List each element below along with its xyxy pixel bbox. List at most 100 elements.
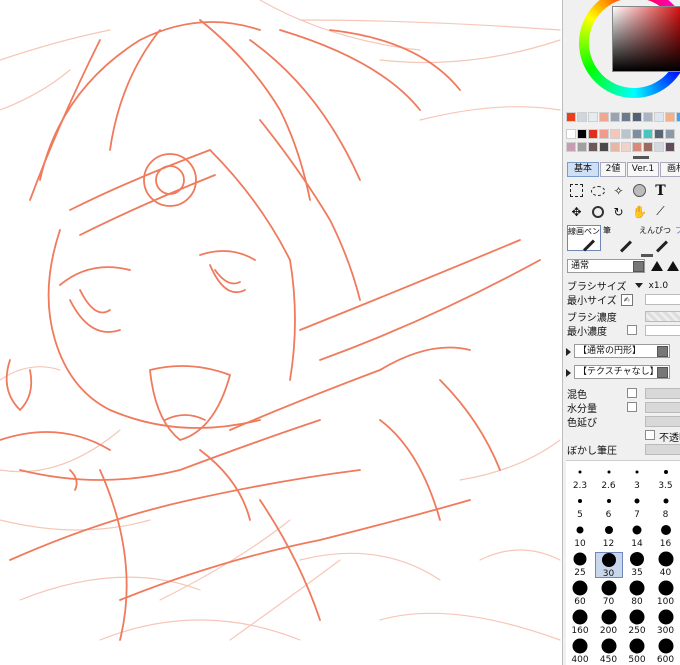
brush-size-cell[interactable]: 2.3 bbox=[566, 465, 594, 491]
palette-swatch[interactable] bbox=[632, 112, 642, 122]
min-density-slider[interactable] bbox=[645, 325, 680, 336]
caret-down-icon[interactable] bbox=[634, 283, 643, 288]
palette-swatch[interactable] bbox=[643, 142, 653, 152]
brush-size-cell[interactable]: 450 bbox=[595, 638, 623, 665]
brush-size-cell[interactable]: 400 bbox=[566, 638, 594, 665]
tab-basic[interactable]: 基本 bbox=[567, 162, 599, 177]
brush-size-multiplier[interactable]: x1.0 bbox=[649, 281, 669, 291]
lasso-icon[interactable] bbox=[589, 182, 606, 199]
brush-size-cell[interactable]: 3 bbox=[623, 465, 651, 491]
brush-size-cell[interactable]: 30 bbox=[594, 552, 623, 579]
tab-binary[interactable]: 2値 bbox=[600, 162, 626, 177]
brush-density-slider[interactable] bbox=[645, 311, 680, 322]
brush-size-cell[interactable]: 10 bbox=[566, 523, 594, 549]
rotate-icon[interactable]: ↻ bbox=[610, 203, 627, 220]
mix-checkbox[interactable] bbox=[627, 388, 637, 398]
selection-rect-icon[interactable] bbox=[568, 182, 585, 199]
palette-swatch[interactable] bbox=[577, 112, 587, 122]
brush-size-cell[interactable]: 100 bbox=[652, 580, 680, 607]
brush-size-cell[interactable]: 3.5 bbox=[652, 465, 680, 491]
palette-swatch[interactable] bbox=[599, 112, 609, 122]
tab-materials[interactable]: 画材 bbox=[660, 162, 680, 177]
brush-size-cell[interactable]: 70 bbox=[595, 580, 623, 607]
brush-size-cell[interactable]: 8 bbox=[652, 494, 680, 520]
color-picker[interactable] bbox=[579, 0, 680, 98]
brush-size-cell[interactable]: 300 bbox=[652, 609, 680, 636]
palette-swatch[interactable] bbox=[588, 112, 598, 122]
palette-swatch[interactable] bbox=[676, 112, 680, 122]
brush-size-cell[interactable]: 35 bbox=[623, 552, 651, 578]
brush-size-cell[interactable]: 500 bbox=[623, 638, 651, 665]
brush-tab-pencil[interactable]: えんぴつ bbox=[639, 225, 673, 253]
brush-tab-lineart-pen[interactable]: 線画ペン bbox=[567, 225, 601, 252]
zoom-icon[interactable] bbox=[589, 203, 606, 220]
color-square-icon[interactable] bbox=[612, 6, 680, 72]
brush-tab-brush[interactable]: 筆 bbox=[603, 225, 637, 253]
magic-wand-icon[interactable]: ✧ bbox=[610, 182, 627, 199]
brush-shape-select[interactable]: 【通常の円形】 bbox=[574, 344, 670, 358]
brush-size-cell[interactable]: 80 bbox=[623, 580, 651, 607]
brush-tab-more[interactable]: ブ bbox=[675, 225, 680, 251]
brush-size-cell[interactable]: 12 bbox=[595, 523, 623, 549]
palette-swatch[interactable] bbox=[610, 112, 620, 122]
move-icon[interactable]: ✥ bbox=[568, 203, 585, 220]
text-icon[interactable]: T bbox=[652, 182, 669, 199]
palette-swatch[interactable] bbox=[577, 129, 587, 139]
mix-slider[interactable] bbox=[645, 388, 680, 399]
eyedropper-icon[interactable]: ⟋ bbox=[652, 203, 669, 220]
palette-swatch[interactable] bbox=[654, 112, 664, 122]
chevron-down-icon[interactable] bbox=[657, 367, 668, 378]
expand-arrow-icon[interactable] bbox=[566, 369, 571, 377]
blur-pressure-slider[interactable] bbox=[645, 444, 680, 455]
palette-swatch[interactable] bbox=[621, 129, 631, 139]
brush-size-cell[interactable]: 600 bbox=[652, 638, 680, 665]
palette-swatch[interactable] bbox=[665, 129, 675, 139]
palette-swatch[interactable] bbox=[621, 112, 631, 122]
brush-size-cell[interactable]: 5 bbox=[566, 494, 594, 520]
brush-size-cell[interactable]: 160 bbox=[566, 609, 594, 636]
brush-size-cell[interactable]: 2.6 bbox=[595, 465, 623, 491]
chevron-down-icon[interactable] bbox=[657, 346, 668, 357]
palette-swatch[interactable] bbox=[665, 142, 675, 152]
palette-swatch[interactable] bbox=[621, 142, 631, 152]
chevron-down-icon[interactable] bbox=[633, 261, 644, 272]
palette-swatch[interactable] bbox=[610, 129, 620, 139]
palette-swatch[interactable] bbox=[654, 129, 664, 139]
palette-swatch[interactable] bbox=[566, 142, 576, 152]
palette-swatch[interactable] bbox=[632, 142, 642, 152]
palette-swatch[interactable] bbox=[599, 129, 609, 139]
palette-swatch[interactable] bbox=[599, 142, 609, 152]
water-slider[interactable] bbox=[645, 402, 680, 413]
min-density-checkbox[interactable] bbox=[627, 325, 637, 335]
water-checkbox[interactable] bbox=[627, 402, 637, 412]
brush-size-cell[interactable]: 16 bbox=[652, 523, 680, 549]
tip-shape-flat-icon[interactable] bbox=[667, 261, 679, 271]
palette-swatch[interactable] bbox=[588, 142, 598, 152]
expand-arrow-icon[interactable] bbox=[566, 348, 571, 356]
brush-size-cell[interactable]: 60 bbox=[566, 580, 594, 607]
palette-swatch[interactable] bbox=[566, 129, 576, 139]
tab-ver1[interactable]: Ver.1 bbox=[627, 162, 659, 177]
brush-size-cell[interactable]: 6 bbox=[595, 494, 623, 520]
palette-swatch[interactable] bbox=[665, 112, 675, 122]
brush-size-cell[interactable]: 7 bbox=[623, 494, 651, 520]
brush-size-cell[interactable]: 25 bbox=[566, 552, 594, 578]
drawing-canvas[interactable] bbox=[0, 0, 562, 665]
palette-swatch[interactable] bbox=[577, 142, 587, 152]
color-stretch-slider[interactable] bbox=[645, 416, 680, 427]
pressure-icon[interactable]: ✍ bbox=[620, 293, 633, 306]
palette-swatch[interactable] bbox=[632, 129, 642, 139]
brush-size-cell[interactable]: 250 bbox=[623, 609, 651, 636]
palette-swatch[interactable] bbox=[566, 112, 576, 122]
palette-swatch[interactable] bbox=[588, 129, 598, 139]
palette-swatch[interactable] bbox=[610, 142, 620, 152]
texture-select[interactable]: 【テクスチャなし】 bbox=[574, 365, 670, 379]
palette-swatch[interactable] bbox=[643, 112, 653, 122]
tip-shape-sharp-icon[interactable] bbox=[651, 261, 663, 271]
brush-size-cell[interactable]: 40 bbox=[652, 551, 680, 578]
brush-size-cell[interactable]: 14 bbox=[623, 523, 651, 549]
hand-icon[interactable]: ✋ bbox=[631, 203, 648, 220]
shape-icon[interactable] bbox=[631, 182, 648, 199]
brush-size-cell[interactable]: 200 bbox=[595, 609, 623, 636]
palette-swatch[interactable] bbox=[654, 142, 664, 152]
